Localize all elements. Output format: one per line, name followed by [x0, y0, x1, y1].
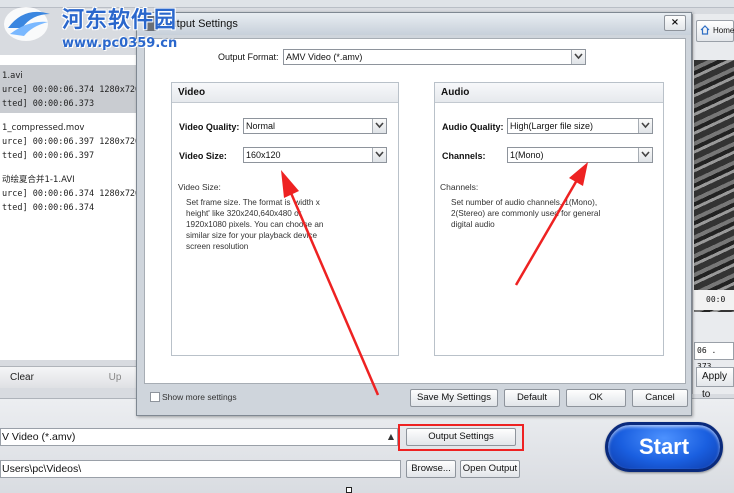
chevron-down-icon[interactable]	[372, 119, 386, 133]
chevron-up-icon[interactable]: ▲	[386, 431, 396, 443]
video-help-line: screen resolution	[186, 242, 249, 251]
video-size-combo[interactable]: 160x120	[243, 147, 387, 163]
channels-combo[interactable]: 1(Mono)	[507, 147, 653, 163]
output-path-field[interactable]: Users\pc\Videos\	[0, 460, 401, 478]
audio-quality-value: High(Larger file size)	[510, 121, 594, 131]
video-help-line: height' like 320x240,640x480 or	[186, 209, 302, 218]
file-list-item[interactable]: 1_compressed.mov urce] 00:00:06.397 1280…	[0, 117, 137, 165]
audio-help-line: Set number of audio channels. 1(Mono),	[451, 198, 598, 207]
video-help-line: Set frame size. The format is 'width x	[186, 198, 320, 207]
app-top-strip	[0, 0, 734, 8]
output-format-label: Output Format:	[218, 52, 279, 62]
audio-quality-combo[interactable]: High(Larger file size)	[507, 118, 653, 134]
output-format-combo[interactable]: AMV Video (*.amv)	[283, 49, 586, 65]
audio-quality-label: Audio Quality:	[442, 122, 504, 132]
audio-heading: Audio	[435, 83, 663, 103]
start-button[interactable]: Start	[605, 422, 723, 472]
video-quality-label: Video Quality:	[179, 122, 240, 132]
channels-value: 1(Mono)	[510, 150, 544, 160]
video-preview	[694, 60, 734, 312]
highlight-box	[398, 424, 524, 451]
chevron-down-icon[interactable]	[372, 148, 386, 162]
browse-button[interactable]: Browse...	[406, 460, 456, 478]
show-more-label[interactable]: Show more settings	[162, 391, 237, 403]
video-help-title: Video Size:	[178, 182, 221, 192]
video-size-label: Video Size:	[179, 151, 227, 161]
file-source-info: urce] 00:00:06.397 1280x720 1.2	[2, 137, 137, 147]
video-help-line: 1920x1080 pixels. You can choose an	[186, 220, 324, 229]
watermark-logo	[4, 7, 50, 41]
save-my-settings-button[interactable]: Save My Settings	[410, 389, 498, 407]
video-help-line: similar size for your playback device	[186, 231, 318, 240]
cursor-icon	[346, 487, 352, 493]
show-more-checkbox[interactable]	[150, 392, 160, 402]
file-list-toolbar: Clear Up	[0, 366, 137, 388]
file-name: 1_compressed.mov	[2, 123, 85, 133]
output-format-value: AMV Video (*.amv)	[286, 52, 363, 62]
video-quality-combo[interactable]: Normal	[243, 118, 387, 134]
up-button[interactable]: Up	[100, 370, 130, 386]
file-list-item[interactable]: 动绘夏合并1-1.AVI urce] 00:00:06.374 1280x720…	[0, 169, 137, 217]
default-button[interactable]: Default	[504, 389, 560, 407]
preview-time: 00:0	[694, 290, 734, 310]
file-source-info: urce] 00:00:06.374 1280x720 4.1	[2, 189, 137, 199]
file-name: 1.avi	[2, 71, 23, 81]
apply-to-button[interactable]: Apply to	[696, 367, 734, 400]
file-converted-info: tted] 00:00:06.374	[2, 203, 95, 213]
chevron-down-icon[interactable]	[638, 119, 652, 133]
video-size-value: 160x120	[246, 150, 281, 160]
output-format-select[interactable]: V Video (*.amv)	[0, 428, 398, 446]
video-quality-value: Normal	[246, 121, 276, 131]
audio-help-line: 2(Stereo) are commonly used for general	[451, 209, 601, 218]
open-output-button[interactable]: Open Output	[460, 460, 520, 478]
audio-help-line: digital audio	[451, 220, 495, 229]
audio-help-title: Channels:	[440, 182, 479, 192]
file-source-info: urce] 00:00:06.374 1280x720 4.1	[2, 85, 137, 95]
chevron-down-icon[interactable]	[638, 148, 652, 162]
file-list: 1.avi urce] 00:00:06.374 1280x720 4.1 tt…	[0, 55, 137, 360]
chevron-down-icon[interactable]	[571, 50, 585, 64]
file-list-item[interactable]: 1.avi urce] 00:00:06.374 1280x720 4.1 tt…	[0, 65, 137, 113]
time-field[interactable]: 06 . 373	[694, 342, 734, 371]
file-name: 动绘夏合并1-1.AVI	[2, 175, 75, 185]
file-converted-info: tted] 00:00:06.397	[2, 151, 95, 161]
file-converted-info: tted] 00:00:06.373	[2, 99, 95, 109]
video-heading: Video	[172, 83, 398, 103]
watermark-url: www.pc0359.cn	[62, 36, 178, 51]
cancel-button[interactable]: Cancel	[632, 389, 688, 407]
ok-button[interactable]: OK	[566, 389, 626, 407]
home-icon	[700, 25, 710, 35]
close-button[interactable]: ×	[664, 15, 686, 31]
watermark-site-name: 河东软件园	[62, 8, 178, 33]
clear-button[interactable]: Clear	[4, 370, 40, 386]
channels-label: Channels:	[442, 151, 486, 161]
